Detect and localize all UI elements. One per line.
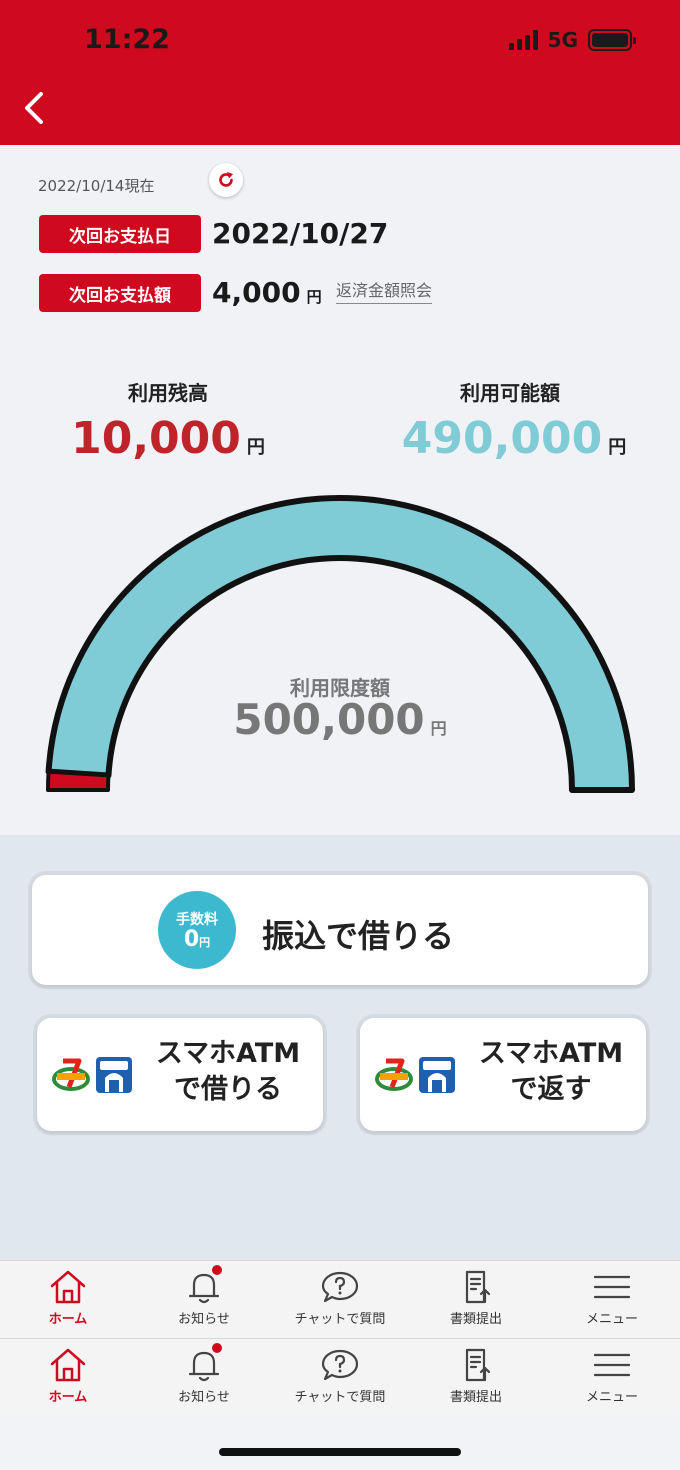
borrow-by-transfer-button[interactable]: 手数料 0円 振込で借りる — [32, 875, 648, 985]
tab-notices[interactable]: お知らせ — [136, 1261, 272, 1338]
tab-documents-label: 書類提出 — [449, 1390, 502, 1405]
repayment-inquiry-link[interactable]: 返済金額照会 — [336, 277, 433, 304]
borrow-actions: 手数料 0円 振込で借りる スマホATM で借りる スマホATM で返す — [0, 835, 680, 1260]
yen-unit: 円 — [246, 437, 265, 458]
network-type: 5G — [547, 28, 578, 52]
yen-unit: 円 — [430, 719, 447, 738]
tab-chat-label: チャットで質問 — [294, 1312, 386, 1327]
fee-badge: 手数料 0円 — [158, 891, 236, 969]
tab-menu[interactable]: メニュー — [544, 1339, 680, 1416]
status-indicators: 5G — [508, 28, 636, 52]
available-amount-label: 利用可能額 — [460, 381, 560, 405]
available-amount: 490,000 円 — [364, 413, 664, 464]
hamburger-menu-icon — [593, 1275, 631, 1299]
tab-chat[interactable]: チャットで質問 — [272, 1261, 408, 1338]
fee-amount: 0 — [183, 927, 200, 952]
atm-logos — [374, 1056, 456, 1094]
tab-documents[interactable]: 書類提出 — [408, 1261, 544, 1338]
home-icon — [50, 1270, 86, 1304]
next-payment-date-label: 次回お支払日 — [39, 215, 201, 253]
tab-menu-label: メニュー — [585, 1312, 638, 1327]
refresh-icon — [219, 172, 233, 187]
used-balance: 10,000 円 — [18, 413, 318, 464]
tab-notices-label: お知らせ — [178, 1312, 230, 1327]
next-payment-date: 2022/10/27 — [212, 217, 389, 250]
hamburger-menu-icon — [593, 1353, 631, 1377]
usage-gauge — [45, 495, 635, 793]
chevron-left-icon — [25, 92, 43, 124]
back-button[interactable] — [16, 88, 52, 128]
atm-repay-line2: で返す — [510, 1074, 592, 1106]
as-of-date: 2022/10/14現在 — [38, 177, 155, 195]
tab-notices[interactable]: お知らせ — [136, 1339, 272, 1416]
tab-menu-label: メニュー — [585, 1390, 638, 1405]
seven-bank-logo-icon — [375, 1058, 413, 1091]
document-upload-icon — [465, 1348, 491, 1382]
used-balance-label: 利用残高 — [128, 381, 208, 405]
tab-documents-label: 書類提出 — [449, 1312, 502, 1327]
tab-home[interactable]: ホーム — [0, 1339, 136, 1416]
credit-limit: 500,000 円 — [0, 695, 680, 744]
next-payment-amount-label: 次回お支払額 — [39, 274, 201, 312]
fee-value: 0円 — [184, 929, 210, 951]
next-payment-amount-value: 4,000 — [212, 276, 301, 309]
atm-borrow-line1: スマホATM — [155, 1038, 301, 1069]
lawson-station-logo-icon — [96, 1057, 132, 1093]
yen-unit: 円 — [306, 288, 322, 306]
unread-dot — [212, 1343, 222, 1353]
available-amount-value: 490,000 — [401, 413, 603, 464]
smartphone-atm-borrow-button[interactable]: スマホATM で借りる — [37, 1018, 323, 1131]
tab-home[interactable]: ホーム — [0, 1261, 136, 1338]
tab-notices-label: お知らせ — [178, 1390, 230, 1405]
home-icon — [50, 1348, 86, 1382]
status-time: 11:22 — [84, 24, 170, 55]
loan-summary: 2022/10/14現在 次回お支払日 2022/10/27 次回お支払額 4,… — [0, 145, 680, 835]
gauge-available-arc — [45, 495, 635, 793]
lawson-station-logo-icon — [419, 1057, 455, 1093]
chat-question-icon — [321, 1349, 359, 1381]
tab-documents[interactable]: 書類提出 — [408, 1339, 544, 1416]
bottom-tab-bar: ホーム お知らせ チャットで質問 書類提出 メニュー — [0, 1338, 680, 1416]
document-upload-icon — [465, 1270, 491, 1304]
yen-unit: 円 — [608, 437, 627, 458]
refresh-button[interactable] — [209, 163, 243, 197]
smartphone-atm-repay-button[interactable]: スマホATM で返す — [360, 1018, 646, 1131]
yen-unit: 円 — [199, 936, 211, 949]
tab-home-label: ホーム — [48, 1390, 88, 1405]
fee-label: 手数料 — [176, 912, 218, 928]
tab-menu[interactable]: メニュー — [544, 1261, 680, 1338]
borrow-by-transfer-label: 振込で借りる — [262, 917, 455, 955]
tab-home-label: ホーム — [48, 1312, 88, 1327]
seven-bank-logo-icon — [52, 1058, 90, 1091]
unread-dot — [212, 1265, 222, 1275]
battery-icon — [588, 29, 636, 51]
home-indicator — [219, 1448, 461, 1456]
chat-question-icon — [321, 1271, 359, 1303]
tab-chat[interactable]: チャットで質問 — [272, 1339, 408, 1416]
signal-icon — [508, 30, 538, 50]
atm-repay-label: スマホATM で返す — [466, 1036, 636, 1109]
atm-borrow-line2: で借りる — [174, 1074, 282, 1106]
atm-borrow-label: スマホATM で借りる — [143, 1036, 313, 1109]
bottom-tab-bar: ホーム お知らせ チャットで質問 書類提出 メニュー — [0, 1260, 680, 1338]
tab-chat-label: チャットで質問 — [294, 1390, 386, 1405]
atm-repay-line1: スマホATM — [478, 1038, 624, 1069]
atm-logos — [51, 1056, 133, 1094]
used-balance-value: 10,000 — [71, 413, 241, 464]
app-header: 11:22 5G — [0, 0, 680, 145]
next-payment-amount: 4,000 円 — [212, 276, 322, 309]
credit-limit-value: 500,000 — [233, 695, 425, 744]
gauge-used-arc — [46, 769, 111, 792]
